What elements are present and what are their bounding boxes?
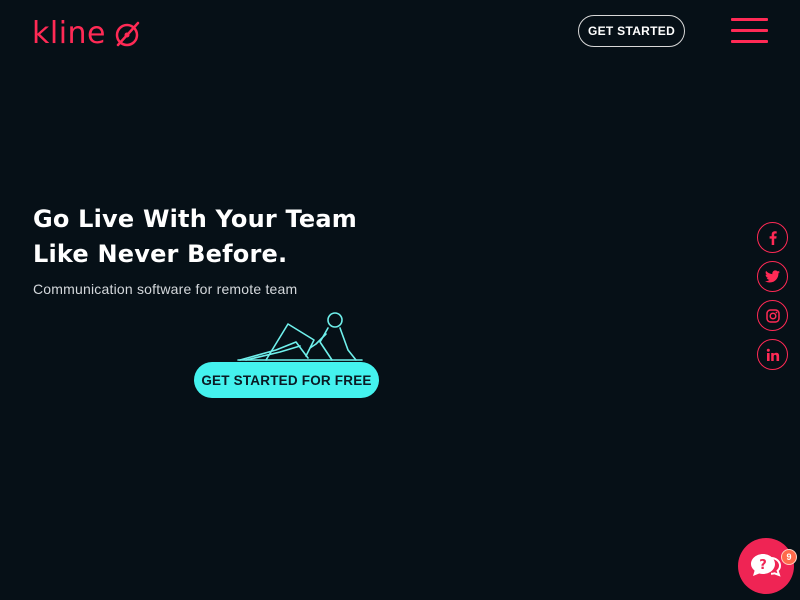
facebook-link[interactable] <box>757 222 788 253</box>
linkedin-icon <box>766 348 779 361</box>
instagram-icon <box>765 308 780 323</box>
hero-title: Go Live With Your Team Like Never Before… <box>33 202 357 272</box>
menu-button[interactable] <box>731 18 768 44</box>
person-with-laptop-illustration <box>237 312 363 361</box>
hero-title-line-2: Like Never Before. <box>33 240 288 268</box>
svg-text:?: ? <box>759 558 767 573</box>
get-started-for-free-button[interactable]: GET STARTED FOR FREE <box>194 362 379 398</box>
menu-bar <box>731 29 768 32</box>
notification-badge: 9 <box>781 549 797 565</box>
menu-bar <box>731 18 768 21</box>
social-links <box>757 222 788 370</box>
instagram-link[interactable] <box>757 300 788 331</box>
help-chat-button[interactable]: ? <box>738 538 794 594</box>
twitter-icon <box>765 270 780 283</box>
hero-title-line-1: Go Live With Your Team <box>33 205 357 233</box>
hero-subtitle: Communication software for remote team <box>33 281 298 297</box>
help-chat-icon: ? <box>751 554 782 577</box>
facebook-icon <box>769 230 777 245</box>
linkedin-link[interactable] <box>757 339 788 370</box>
twitter-link[interactable] <box>757 261 788 292</box>
logo-text: kline <box>32 16 107 51</box>
logo[interactable]: kline <box>32 16 142 51</box>
logo-mark-icon <box>115 21 140 46</box>
get-started-button[interactable]: GET STARTED <box>578 15 685 47</box>
menu-bar <box>731 40 768 43</box>
